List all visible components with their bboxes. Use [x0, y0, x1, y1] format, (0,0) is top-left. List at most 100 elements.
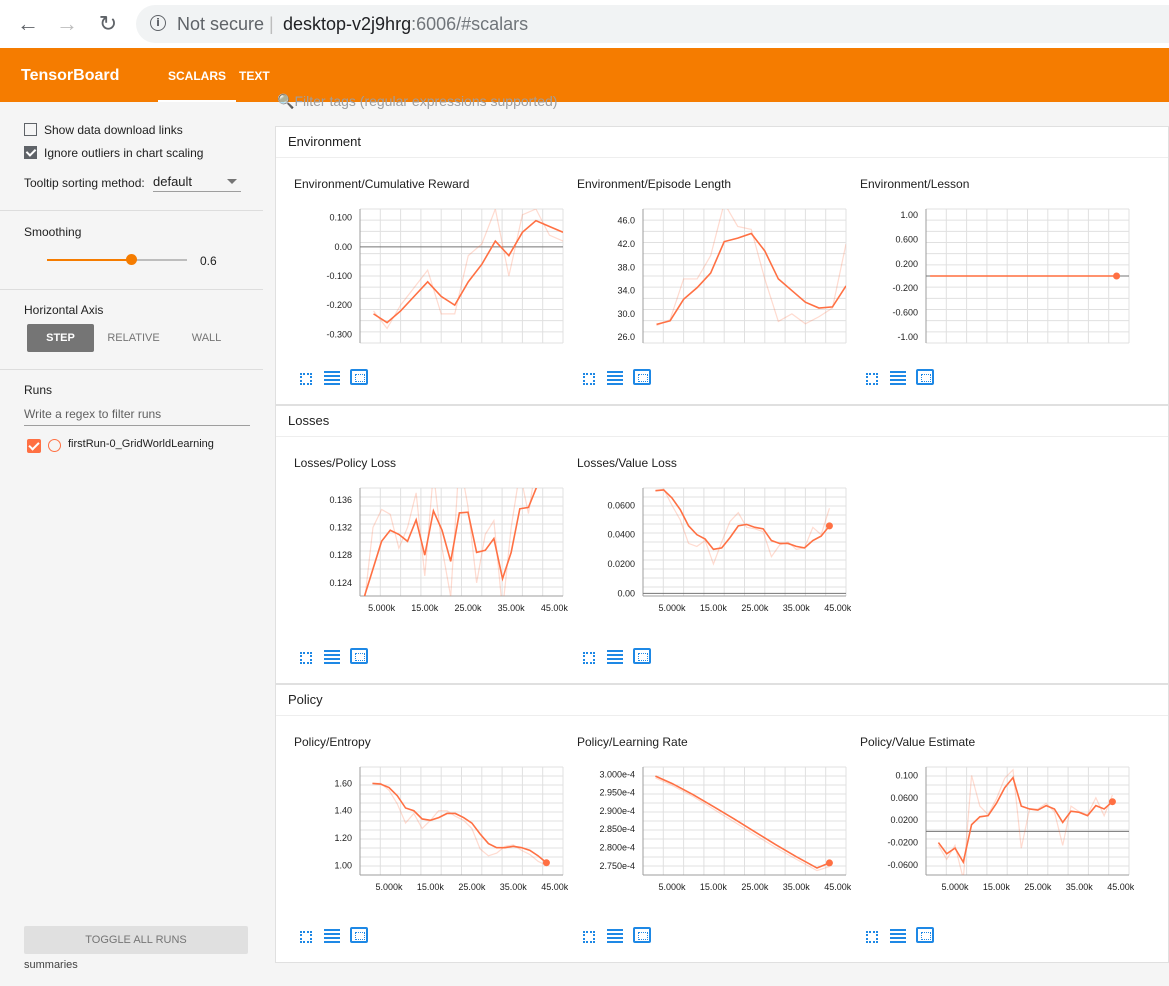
y-tick-label: 26.0: [617, 332, 635, 342]
forward-arrow-icon[interactable]: →: [53, 10, 81, 38]
axis-relative-button[interactable]: RELATIVE: [100, 324, 167, 352]
chart-title: Policy/Value Estimate: [860, 735, 976, 749]
runs-filter-input[interactable]: Write a regex to filter runs: [24, 407, 250, 426]
chart-title: Policy/Learning Rate: [577, 735, 688, 749]
y-tick-label: 2.800e-4: [599, 843, 635, 853]
divider: [276, 157, 1168, 158]
smoothing-slider-knob[interactable]: [126, 254, 137, 265]
smoothing-slider[interactable]: [47, 254, 187, 265]
data-table-icon[interactable]: [890, 929, 906, 943]
app-brand: TensorBoard: [21, 67, 120, 84]
series-group: [655, 488, 831, 566]
chart-plot: 0.100 0.0600 0.0200 -0.0200 -0.0600 5.000k 15.…: [887, 766, 1134, 892]
expand-icon[interactable]: [583, 373, 595, 385]
x-tick-label: 25.00k: [1024, 882, 1052, 892]
x-tick-label: 5.000k: [658, 882, 686, 892]
tooltip-sort-select[interactable]: default: [153, 174, 241, 192]
section-title[interactable]: Policy: [288, 692, 323, 707]
x-tick-label: 45.00k: [541, 603, 568, 613]
axis-step-button[interactable]: STEP: [27, 324, 94, 352]
divider: [0, 289, 263, 290]
y-tick-label: -0.200: [326, 300, 352, 310]
reload-icon[interactable]: ↻: [94, 10, 122, 38]
chart-toolbar: [864, 369, 944, 387]
filter-tags-input[interactable]: 🔍Filter tags (regular expressions suppor…: [277, 93, 557, 110]
toggle-all-runs-button[interactable]: TOGGLE ALL RUNS: [24, 926, 248, 954]
run-color-circle-icon: [48, 439, 61, 452]
section-losses: Losses Losses/Policy Loss 0.136 0.132 0.128…: [275, 405, 1169, 684]
ignore-outliers-checkbox[interactable]: [24, 146, 37, 160]
y-tick-label: 0.124: [329, 578, 352, 588]
smoothed-series-line: [373, 219, 563, 324]
axis-wall-button[interactable]: WALL: [173, 324, 240, 352]
expand-icon[interactable]: [866, 931, 878, 943]
fit-domain-icon[interactable]: [633, 927, 651, 943]
not-secure-label: Not secure: [177, 14, 265, 34]
chart-title: Environment/Cumulative Reward: [294, 177, 470, 191]
fit-domain-icon[interactable]: [350, 648, 368, 664]
x-tick-label: 45.00k: [824, 603, 851, 613]
chart-title: Environment/Episode Length: [577, 177, 732, 191]
data-table-icon[interactable]: [607, 650, 623, 664]
expand-icon[interactable]: [583, 931, 595, 943]
expand-icon[interactable]: [300, 373, 312, 385]
chart-plot: 1.60 1.40 1.20 1.00 5.000k 15.00k 25.00k 35.00k…: [334, 766, 568, 892]
chart-title: Losses/Policy Loss: [294, 456, 397, 470]
fit-domain-icon[interactable]: [633, 648, 651, 664]
series-endpoint: [1108, 798, 1116, 806]
smoothing-value[interactable]: 0.6: [200, 254, 217, 268]
data-table-icon[interactable]: [324, 929, 340, 943]
sidebar: Show data download links Ignore outliers…: [0, 102, 263, 986]
data-table-icon[interactable]: [890, 371, 906, 385]
expand-icon[interactable]: [300, 652, 312, 664]
fit-domain-icon[interactable]: [350, 369, 368, 385]
show-download-row[interactable]: Show data download links: [24, 123, 183, 137]
horizontal-axis-label: Horizontal Axis: [24, 303, 104, 317]
url-text[interactable]: desktop-v2j9hrg:6006/#scalars: [283, 14, 528, 35]
expand-icon[interactable]: [583, 652, 595, 664]
y-tick-label: 0.132: [329, 522, 352, 532]
tab-scalars[interactable]: SCALARS: [158, 69, 237, 102]
chart-card: Policy/Entropy 1.60 1.40 1.20 1.00 5.000k 15.0…: [288, 727, 568, 967]
run-checkbox[interactable]: [27, 439, 41, 453]
x-tick-label: 35.00k: [500, 882, 528, 892]
expand-icon[interactable]: [300, 931, 312, 943]
fit-domain-icon[interactable]: [350, 927, 368, 943]
url-host: desktop-v2j9hrg: [283, 14, 412, 34]
y-tick-label: 1.60: [334, 778, 352, 788]
y-tick-label: 1.00: [900, 210, 918, 220]
show-download-checkbox[interactable]: [24, 123, 37, 137]
data-table-icon[interactable]: [324, 371, 340, 385]
chart-card: Losses/Policy Loss 0.136 0.132 0.128 0.124 5.…: [288, 448, 568, 688]
x-tick-label: 15.00k: [417, 882, 445, 892]
x-tick-label: 25.00k: [454, 603, 482, 613]
x-tick-label: 5.000k: [368, 603, 396, 613]
x-tick-label: 45.00k: [1107, 882, 1134, 892]
x-tick-label: 25.00k: [458, 882, 486, 892]
section-title[interactable]: Losses: [288, 413, 329, 428]
address-bar[interactable]: i Not secure | desktop-v2j9hrg:6006/#sca…: [136, 5, 1169, 43]
data-table-icon[interactable]: [324, 650, 340, 664]
back-arrow-icon[interactable]: ←: [14, 10, 42, 38]
ignore-outliers-row[interactable]: Ignore outliers in chart scaling: [24, 146, 203, 160]
expand-icon[interactable]: [866, 373, 878, 385]
chart-plot: 0.0600 0.0400 0.0200 0.00 5.000k 15.00k 25.00k…: [607, 487, 851, 613]
x-tick-label: 25.00k: [741, 603, 769, 613]
chart-toolbar: [581, 927, 661, 945]
summaries-label: summaries: [24, 959, 78, 971]
x-tick-label: 25.00k: [741, 882, 769, 892]
section-title[interactable]: Environment: [288, 134, 361, 149]
chart-card: Environment/Episode Length 46.0 42.0 38.0 34…: [571, 169, 851, 409]
fit-domain-icon[interactable]: [916, 927, 934, 943]
x-tick-label: 15.00k: [983, 882, 1011, 892]
y-tick-label: 0.100: [895, 770, 918, 780]
fit-domain-icon[interactable]: [916, 369, 934, 385]
data-table-icon[interactable]: [607, 371, 623, 385]
data-table-icon[interactable]: [607, 929, 623, 943]
info-icon[interactable]: i: [150, 15, 166, 31]
y-tick-label: 0.100: [329, 213, 352, 223]
fit-domain-icon[interactable]: [633, 369, 651, 385]
chart-card: Environment/Lesson 1.00 0.600 0.200 -0.200 -0…: [854, 169, 1134, 409]
y-tick-label: 38.0: [617, 262, 635, 272]
tab-text[interactable]: TEXT: [239, 69, 270, 83]
